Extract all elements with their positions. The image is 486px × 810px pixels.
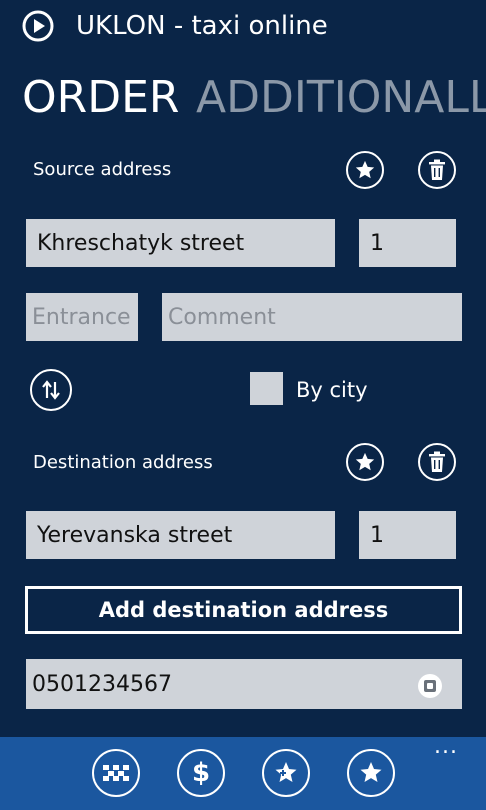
favorites-button[interactable] [347,749,395,797]
favorites-icon [360,762,382,782]
price-button[interactable]: $ [177,749,225,797]
star-icon [355,160,375,179]
swap-addresses-button[interactable] [30,369,72,411]
app-bar [0,737,486,810]
by-city-label: By city [296,378,368,402]
comment-input[interactable]: Comment [162,293,462,341]
pivot-additional[interactable]: ADDITIONALL [196,72,486,124]
trash-icon [429,451,445,472]
destination-delete-button[interactable] [418,443,456,481]
add-favorite-button[interactable] [262,749,310,797]
phone-value: 0501234567 [32,671,172,697]
trash-icon [429,159,445,180]
contact-picker-button[interactable] [418,674,442,698]
pivot-order[interactable]: ORDER [22,72,179,124]
taxi-icon [103,765,129,781]
destination-house-input[interactable]: 1 [359,511,456,559]
destination-street-input[interactable]: Yerevanska street [26,511,335,559]
source-delete-button[interactable] [418,151,456,189]
app-header: UKLON - taxi online [0,0,486,52]
source-house-input[interactable]: 1 [359,219,456,267]
app-title: UKLON - taxi online [76,11,328,41]
source-favorite-button[interactable] [346,151,384,189]
add-destination-button[interactable]: Add destination address [25,586,462,634]
by-city-checkbox[interactable] [250,372,283,405]
uklon-logo-icon [22,10,54,42]
contact-book-icon [424,680,436,692]
taxi-button[interactable] [92,749,140,797]
source-address-label: Source address [33,159,172,180]
more-button[interactable]: ... [434,736,458,758]
source-street-input[interactable]: Khreschatyk street [26,219,335,267]
phone-input[interactable]: 0501234567 [26,659,462,709]
dollar-icon: $ [191,758,211,788]
destination-address-label: Destination address [33,452,213,473]
entrance-input[interactable]: Entrance [26,293,138,341]
star-icon [355,452,375,471]
add-favorite-icon [275,762,297,782]
destination-favorite-button[interactable] [346,443,384,481]
swap-arrows-icon [42,380,60,400]
